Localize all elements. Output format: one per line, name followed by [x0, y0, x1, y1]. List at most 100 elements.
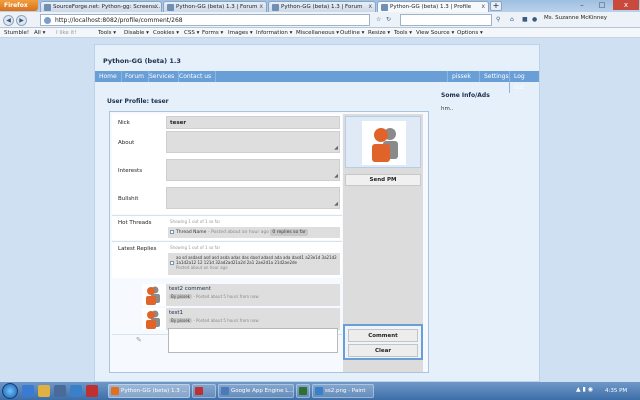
bullshit-field[interactable]: ◢ — [166, 187, 340, 209]
taskbar-task[interactable] — [192, 384, 216, 398]
toolbar-item[interactable]: Cookies ▾ — [153, 28, 179, 38]
toolbar-item[interactable]: Outline ▾ — [340, 28, 364, 38]
maximize-button[interactable]: □ — [592, 0, 612, 10]
toolbar-item[interactable]: All ▾ — [34, 28, 45, 38]
tab-label: Python-GG (beta) 1.3 | Forum — [281, 4, 363, 10]
tab-close-icon[interactable]: x — [368, 2, 372, 12]
back-arrow-icon[interactable]: ◀ — [3, 15, 14, 26]
toolbar-item[interactable]: Tools ▾ — [98, 28, 116, 38]
task-label: Python-GG (beta) 1.3 ... — [121, 388, 187, 394]
minimize-button[interactable]: – — [572, 0, 592, 10]
search-input[interactable] — [400, 14, 492, 26]
tab-favicon-icon — [272, 4, 279, 11]
nav-user[interactable]: pissek — [447, 71, 475, 82]
taskbar-task[interactable]: ss2.png - Paint — [312, 384, 374, 398]
toolbar-item[interactable]: Images ▾ — [228, 28, 253, 38]
site-navigation: Home Forum Services Contact us pissek Se… — [95, 71, 539, 93]
clock[interactable]: 4:35 PM — [605, 384, 627, 398]
comment-body: test2 comment By pissek - Posted about 5… — [166, 284, 340, 306]
about-field[interactable]: ◢ — [166, 131, 340, 153]
nav-settings[interactable]: Settings — [479, 71, 513, 82]
forward-arrow-icon[interactable]: ▶ — [16, 15, 27, 26]
nav-logout[interactable]: Log out — [509, 71, 539, 93]
addon-icon[interactable]: ● — [532, 16, 537, 23]
thread-posted: - Posted about an hour ago — [207, 230, 269, 235]
tab-close-icon[interactable]: x — [154, 2, 158, 12]
nav-home[interactable]: Home — [95, 71, 122, 82]
latest-replies-meta: Showing 1 out of 1 so far — [170, 245, 221, 250]
app-icon — [195, 387, 203, 395]
nav-contact[interactable]: Contact us — [175, 71, 217, 82]
thread-name[interactable]: Thread Name — [176, 230, 206, 235]
url-field[interactable]: http://localhost:8082/profile/comment/26… — [40, 14, 370, 26]
tray-icons[interactable]: ▲ ▮ ◉ — [576, 386, 593, 393]
comment-textarea[interactable] — [168, 328, 338, 353]
home-icon[interactable]: ⌂ — [510, 16, 514, 23]
taskbar-task[interactable]: Python-GG (beta) 1.3 ... — [108, 384, 190, 398]
toolbar-item[interactable]: Miscellaneous ▾ — [296, 28, 339, 38]
comment-meta: By pissek - Posted about 5 hours from no… — [169, 318, 337, 323]
search-icon[interactable]: ⚲ — [496, 16, 500, 23]
comment-posted: - Posted about 5 hours from now — [193, 294, 259, 299]
app-icon[interactable] — [70, 385, 82, 397]
thread-icon — [170, 230, 174, 234]
toolbar-item[interactable]: Disable ▾ — [124, 28, 149, 38]
addon-icon[interactable]: ■ — [522, 16, 528, 23]
pencil-icon: ✎ — [136, 336, 142, 344]
toolbar-item[interactable]: Information ▾ — [256, 28, 292, 38]
bookmark-star-icon[interactable]: ☆ — [376, 16, 381, 23]
toolbar-item[interactable]: I like it! — [56, 28, 76, 38]
sidebar-text: hm.. — [441, 106, 454, 112]
about-label: About — [118, 140, 135, 146]
browser-navigation-bar: ◀ ▶ http://localhost:8082/profile/commen… — [0, 12, 640, 28]
browser-tab-2[interactable]: Python-GG (beta) 1.3 | Forum x — [163, 1, 267, 12]
start-button[interactable] — [2, 383, 18, 399]
media-player-icon[interactable] — [54, 385, 66, 397]
hot-threads-meta: Showing 1 out of 1 so far — [170, 219, 221, 224]
toolbar-item[interactable]: View Source ▾ — [416, 28, 454, 38]
hot-threads-section: Hot Threads Showing 1 out of 1 so far Th… — [112, 216, 342, 240]
reload-icon[interactable]: ↻ — [386, 16, 391, 23]
reply-icon — [170, 261, 174, 265]
browser-tab-4[interactable]: Python-GG (beta) 1.3 | Profile x — [377, 1, 489, 12]
tab-favicon-icon — [167, 4, 174, 11]
toolbar-item[interactable]: Forms ▾ — [202, 28, 223, 38]
comment-meta: By pissek - Posted about 5 hours from no… — [169, 294, 337, 299]
firefox-menu-button[interactable]: Firefox — [0, 0, 38, 11]
browser-tab-3[interactable]: Python-GG (beta) 1.3 | Forum x — [268, 1, 376, 12]
toolbar-item[interactable]: CSS ▾ — [184, 28, 199, 38]
profile-panel: Nick teser About ◢ Interests ◢ Bullshit … — [109, 111, 429, 373]
resize-grip-icon[interactable]: ◢ — [334, 145, 338, 151]
resize-grip-icon[interactable]: ◢ — [334, 201, 338, 207]
explorer-icon[interactable] — [38, 385, 50, 397]
toolbar-item[interactable]: Resize ▾ — [368, 28, 390, 38]
clear-button[interactable]: Clear — [348, 344, 418, 357]
interests-field[interactable]: ◢ — [166, 159, 340, 181]
ie-icon[interactable] — [22, 385, 34, 397]
toolbar-item[interactable]: Stumble! — [4, 28, 29, 38]
tab-close-icon[interactable]: x — [481, 2, 485, 12]
latest-replies-section: Latest Replies Showing 1 out of 1 so far… — [112, 242, 342, 278]
send-pm-button[interactable]: Send PM — [345, 174, 421, 186]
tab-favicon-icon — [381, 4, 388, 11]
page-title: User Profile: teser — [107, 98, 169, 105]
toolbar-item[interactable]: Options ▾ — [457, 28, 483, 38]
taskbar-task[interactable]: Google App Engine L... — [218, 384, 294, 398]
paint-icon — [315, 387, 323, 395]
comment-author[interactable]: By pissek — [169, 318, 192, 323]
browser-tab-1[interactable]: SourceForge.net: Python-gg: Screens... x — [40, 1, 162, 12]
close-window-button[interactable]: x — [613, 0, 639, 10]
new-tab-button[interactable]: + — [490, 1, 502, 11]
user-name[interactable]: Ms. Suzanne McKinney — [544, 15, 607, 21]
reply-item[interactable]: ao sd asdasd asd asd asda adas das dasd … — [168, 253, 340, 275]
thread-item[interactable]: Thread Name - Posted about an hour ago 0… — [168, 227, 340, 238]
tab-close-icon[interactable]: x — [259, 2, 263, 12]
comment-title[interactable]: test1 — [169, 310, 337, 316]
toolbar-item[interactable]: Tools ▾ — [394, 28, 412, 38]
comment-title[interactable]: test2 comment — [169, 286, 337, 292]
resize-grip-icon[interactable]: ◢ — [334, 173, 338, 179]
comment-button[interactable]: Comment — [348, 329, 418, 342]
app-icon[interactable] — [86, 385, 98, 397]
taskbar-task[interactable] — [296, 384, 310, 398]
comment-author[interactable]: By pissek — [169, 294, 192, 299]
